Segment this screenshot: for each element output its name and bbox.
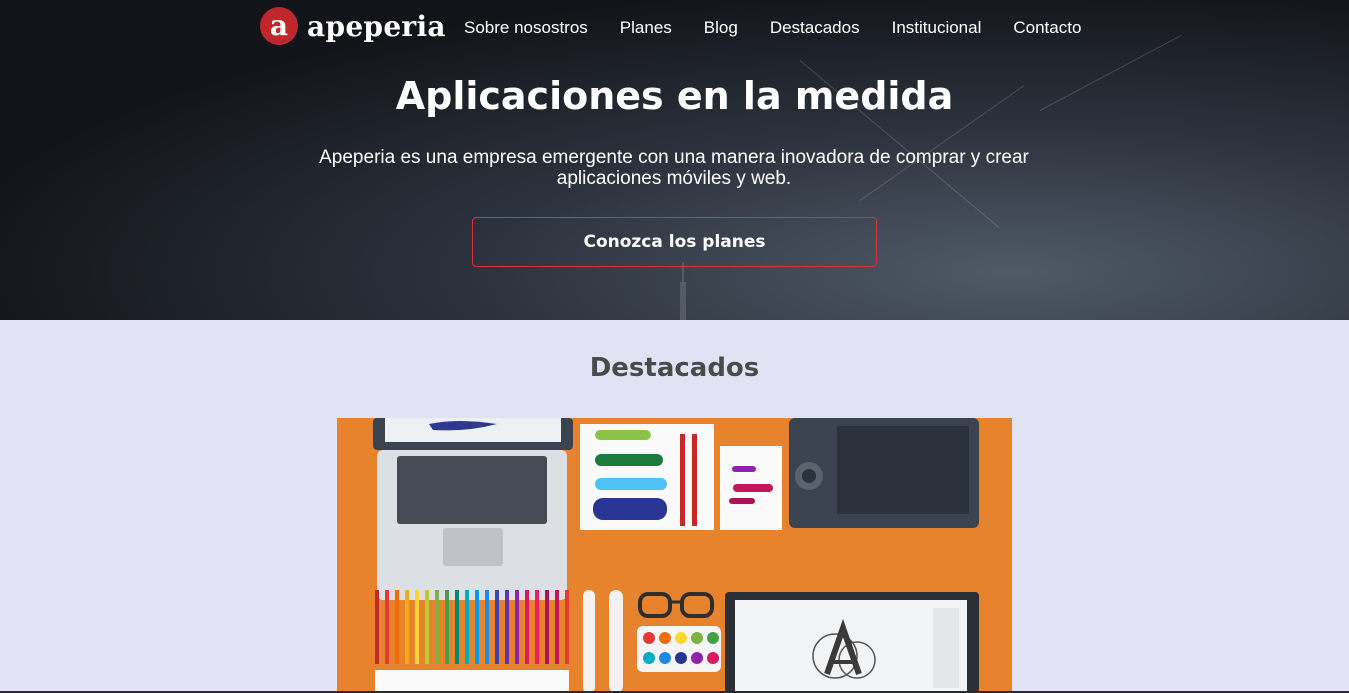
hero-subtitle: Apeperia es una empresa emergente con un… [319,147,1029,189]
featured-image[interactable] [337,418,1012,693]
nav-link-sobre-nosotros[interactable]: Sobre nosostros [464,18,588,38]
logo-link[interactable]: a apeperia [260,7,446,45]
nav-link-destacados[interactable]: Destacados [770,18,860,38]
designer-desk-illustration [337,418,1012,693]
laptop-screen-illustration [373,418,573,450]
laptop-keyboard-illustration [377,450,567,600]
featured-title: Destacados [589,353,760,383]
nav-link-institucional[interactable]: Institucional [892,18,982,38]
logo-icon: a [260,7,298,45]
nav-link-planes[interactable]: Planes [620,18,672,38]
logo-text: apeperia [307,9,446,43]
top-navigation: a apeperia Sobre nosostros Planes Blog D… [0,0,1349,56]
paint-tubes-illustration [577,544,977,578]
tower-silhouette [680,282,686,320]
watercolor-palette-illustration [637,626,721,672]
hero-title: Aplicaciones en la medida [395,74,954,118]
graphics-tablet-illustration [789,418,979,528]
nav-link-blog[interactable]: Blog [704,18,738,38]
notepad-illustration [720,446,782,530]
featured-section: Destacados [0,320,1349,693]
notebook-illustration [375,670,569,693]
paint-sheet-illustration [580,424,714,530]
main-nav: Sobre nosostros Planes Blog Destacados I… [464,18,1113,38]
nav-link-contacto[interactable]: Contacto [1013,18,1081,38]
plans-cta-button[interactable]: Conozca los planes [472,217,877,267]
monitor-illustration [725,592,979,693]
hero-section: a apeperia Sobre nosostros Planes Blog D… [0,0,1349,320]
